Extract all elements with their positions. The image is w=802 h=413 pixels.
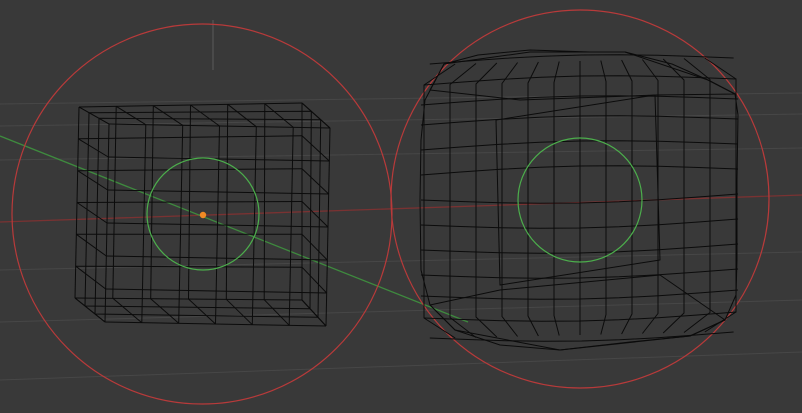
cube-side-edge (76, 202, 108, 224)
rounded-cube-meridian (621, 59, 633, 335)
cube-side-edge (301, 233, 328, 261)
cube-side-edge (301, 266, 328, 294)
floor-grid-line (0, 299, 802, 323)
cube-bottom-edge (150, 298, 180, 324)
cube-top-edge (153, 105, 183, 126)
cube-side-edge (301, 168, 330, 195)
cube-back-face-edge (263, 103, 266, 300)
cube-top-edge (227, 103, 257, 128)
3d-viewport[interactable] (0, 0, 802, 413)
cube-side-edge (77, 170, 108, 191)
subdivided-rounded-cube-wireframe[interactable] (419, 49, 739, 351)
cube-side-edge (78, 138, 109, 158)
rounded-cube-meridian (475, 62, 498, 338)
cube-depth-ring (84, 110, 312, 310)
floor-grid-line (0, 351, 802, 381)
rounded-cube-meridian (501, 62, 519, 337)
rounded-cube-bottom-cap (429, 274, 726, 351)
cube-side-edge (301, 135, 330, 162)
rounded-cube-meridian (527, 61, 539, 337)
viewport-canvas[interactable] (0, 0, 802, 413)
y-axis-line-icon (0, 135, 469, 323)
origin-dot-icon[interactable] (199, 211, 207, 219)
x-axis-line-icon (0, 194, 802, 223)
cube-top-edge (264, 103, 294, 128)
cube-top-edge (115, 105, 147, 126)
rounded-cube-inner-panel (495, 94, 661, 286)
rounded-cube-meridian (662, 58, 685, 334)
rounded-cube-meridian (600, 60, 607, 335)
cube-side-edge (76, 233, 107, 257)
rounded-cube-meridian (683, 58, 711, 333)
cube-bottom-edge (263, 299, 290, 326)
cube-top-edge (301, 102, 331, 129)
rounded-cube-meridian (553, 61, 560, 336)
cube-back-face-edge (76, 201, 303, 203)
cube-side-edge (301, 201, 329, 228)
cube-side-edge (74, 297, 106, 323)
floor-grid-line (0, 147, 802, 161)
cube-side-edge (75, 265, 107, 290)
cube-side-edge (78, 106, 110, 125)
cube-bottom-edge (225, 298, 253, 326)
cube-back-face-edge (225, 104, 229, 300)
cube-bottom-edge (188, 298, 216, 325)
